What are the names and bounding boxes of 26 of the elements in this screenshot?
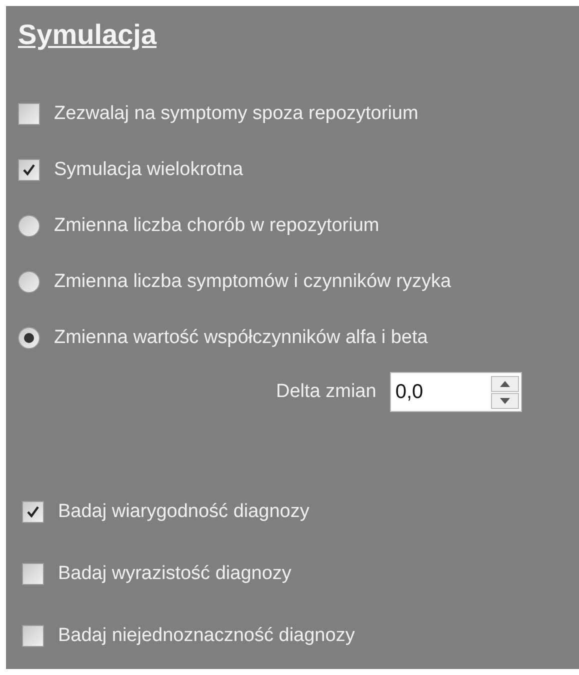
section-title: Symulacja [18,18,157,52]
spin-down-button[interactable] [491,392,520,408]
checkbox[interactable] [18,103,40,125]
checkbox[interactable] [22,501,44,523]
radio-button[interactable] [18,215,40,237]
number-spinner[interactable]: 0,0 [390,372,522,412]
checkbox[interactable] [22,625,44,647]
option-label: Symulacja wielokrotna [54,158,244,182]
option-label: Zmienna liczba symptomów i czynników ryzyka [54,270,452,294]
radio-button[interactable] [18,327,40,349]
checkbox[interactable] [18,159,40,181]
down-arrow-icon [500,398,510,404]
option-label: Badaj niejednoznaczność diagnozy [58,624,355,648]
spin-up-button[interactable] [491,376,520,392]
checkbox[interactable] [22,563,44,585]
option-label: Badaj wyrazistość diagnozy [58,562,292,586]
checkmark-icon [22,163,36,177]
radio-button[interactable] [18,271,40,293]
option-label: Zezwalaj na symptomy spoza repozytorium [54,102,418,126]
spinner-value: 0,0 [395,380,424,405]
up-arrow-icon [500,380,510,386]
option-label: Badaj wiarygodność diagnozy [58,500,310,524]
option-label: Zmienna liczba chorób w repozytorium [54,214,380,238]
option-label: Zmienna wartość współczynników alfa i beta [54,326,428,350]
field-label: Delta zmian [276,380,376,404]
checkmark-icon [26,505,40,519]
